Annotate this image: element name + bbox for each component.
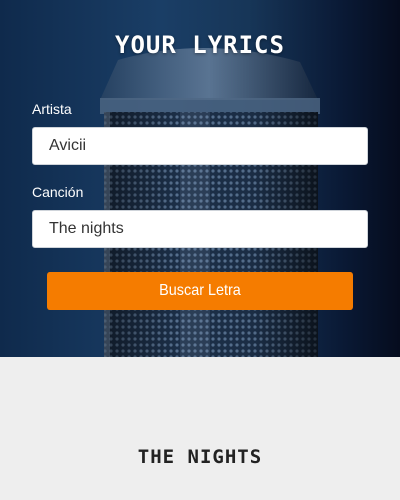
artist-label: Artista: [32, 101, 72, 117]
song-input[interactable]: [32, 210, 368, 248]
result-song-title: THE NIGHTS: [137, 446, 263, 468]
artist-input[interactable]: [32, 127, 368, 165]
app-title: YOUR LYRICS: [115, 31, 285, 59]
search-lyrics-button[interactable]: Buscar Letra: [47, 272, 353, 310]
song-label: Canción: [32, 184, 84, 200]
